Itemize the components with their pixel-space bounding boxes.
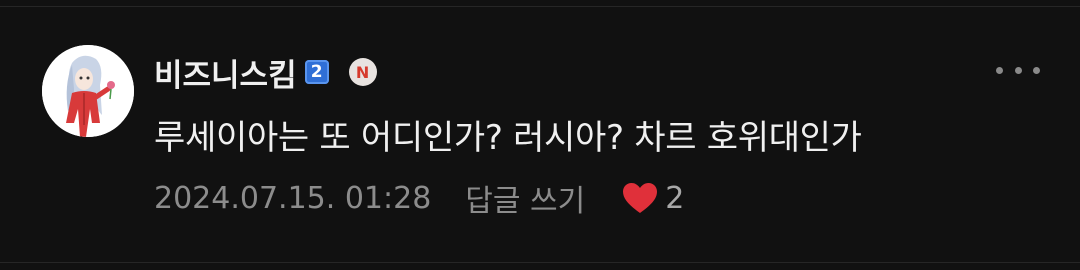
top-divider xyxy=(0,6,1080,7)
more-dot xyxy=(1014,66,1022,74)
more-dot xyxy=(1033,66,1040,74)
new-badge: N xyxy=(348,58,377,86)
more-dot xyxy=(996,66,1003,74)
bottom-divider xyxy=(0,262,1080,263)
comment-container: 비즈니스킴 2 N 루세이아는 또 어디인가? 러시아? 차르 호위대인가 20… xyxy=(0,0,1080,270)
user-avatar[interactable] xyxy=(42,45,134,137)
comment-text: 루세이아는 또 어디인가? 러시아? 차르 호위대인가 xyxy=(154,118,862,158)
heart-icon xyxy=(623,183,658,213)
avatar-illustration xyxy=(42,45,134,137)
level-badge: 2 xyxy=(304,60,329,84)
username-row: 비즈니스킴 2 N xyxy=(154,50,377,95)
comment-meta: 2024.07.15. 01:28 답글 쓰기 2 xyxy=(154,176,684,220)
like-button[interactable]: 2 xyxy=(621,181,684,216)
username[interactable]: 비즈니스킴 xyxy=(154,50,297,95)
like-count: 2 xyxy=(665,180,685,216)
comment-timestamp: 2024.07.15. 01:28 xyxy=(154,180,432,216)
more-options-icon[interactable] xyxy=(996,60,1040,80)
reply-button[interactable]: 답글 쓰기 xyxy=(465,176,585,220)
